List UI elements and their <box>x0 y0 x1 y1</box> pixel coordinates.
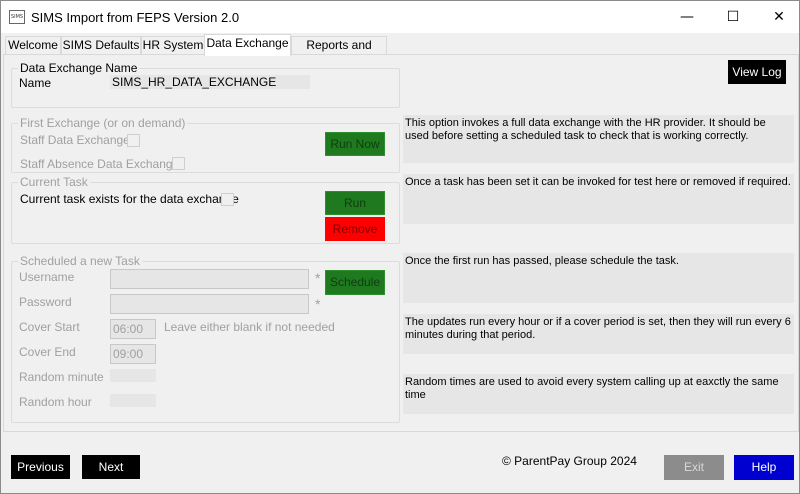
password-input[interactable] <box>110 294 309 314</box>
maximize-button[interactable]: ☐ <box>710 1 756 33</box>
run-task-button[interactable]: Run <box>325 191 385 215</box>
help-button[interactable]: Help <box>734 455 794 480</box>
app-window: SIMS SIMS Import from FEPS Version 2.0 —… <box>0 0 800 494</box>
cover-end-label: Cover End <box>19 345 76 359</box>
cover-period-description: The updates run every hour or if a cover… <box>403 314 794 354</box>
schedule-description: Once the first run has passed, please sc… <box>403 253 794 303</box>
exit-button[interactable]: Exit <box>664 455 724 480</box>
name-label: Name <box>19 76 52 90</box>
staff-absence-exchange-checkbox[interactable] <box>172 157 185 170</box>
tab-sims-defaults[interactable]: SIMS Defaults <box>61 36 141 55</box>
username-label: Username <box>19 270 75 284</box>
tab-data-exchange[interactable]: Data Exchange <box>204 34 291 56</box>
first-exchange-description: This option invokes a full data exchange… <box>403 115 794 163</box>
view-log-button[interactable]: View Log <box>728 60 786 84</box>
sims-app-icon: SIMS <box>9 10 25 24</box>
data-exchange-panel: Data Exchange Name Name SIMS_HR_DATA_EXC… <box>3 54 799 432</box>
schedule-task-group-title: Scheduled a new Task <box>18 254 142 268</box>
current-task-description: Once a task has been set it can be invok… <box>403 174 794 224</box>
minimize-button[interactable]: — <box>664 1 710 33</box>
random-hour-label: Random hour <box>19 395 92 409</box>
current-task-exists-label: Current task exists for the data exchang… <box>20 192 239 206</box>
password-label: Password <box>19 295 72 309</box>
staff-data-exchange-label: Staff Data Exchange <box>20 133 130 147</box>
run-now-button[interactable]: Run Now <box>325 132 385 156</box>
previous-button[interactable]: Previous <box>11 455 70 479</box>
exchange-name-group-title: Data Exchange Name <box>18 61 140 75</box>
exchange-name-group: Data Exchange Name Name SIMS_HR_DATA_EXC… <box>11 61 400 108</box>
first-exchange-group-title: First Exchange (or on demand) <box>18 116 188 130</box>
random-times-description: Random times are used to avoid every sys… <box>403 374 794 414</box>
copyright-text: © ParentPay Group 2024 <box>502 454 637 468</box>
cover-period-hint: Leave either blank if not needed <box>164 320 335 334</box>
cover-start-input[interactable]: 06:00 <box>110 319 156 339</box>
current-task-group-title: Current Task <box>18 175 90 189</box>
window-title: SIMS Import from FEPS Version 2.0 <box>31 10 240 25</box>
current-task-exists-checkbox[interactable] <box>221 193 234 206</box>
tab-hr-system[interactable]: HR System <box>141 36 205 55</box>
random-hour-value <box>110 394 156 407</box>
staff-absence-exchange-label: Staff Absence Data Exchange <box>20 157 180 171</box>
password-required-mark: * <box>315 296 321 312</box>
cover-start-label: Cover Start <box>19 320 80 334</box>
tab-welcome[interactable]: Welcome <box>5 36 61 55</box>
title-bar: SIMS SIMS Import from FEPS Version 2.0 —… <box>1 1 799 33</box>
next-button[interactable]: Next <box>82 455 140 479</box>
cover-end-input[interactable]: 09:00 <box>110 344 156 364</box>
tab-reports-and-tools[interactable]: Reports and Tools <box>291 36 387 69</box>
close-button[interactable]: ✕ <box>756 1 800 33</box>
exchange-name-value: SIMS_HR_DATA_EXCHANGE <box>110 75 310 89</box>
schedule-button[interactable]: Schedule <box>325 270 385 295</box>
username-input[interactable] <box>110 269 309 289</box>
random-minute-label: Random minute <box>19 370 104 384</box>
remove-task-button[interactable]: Remove <box>325 217 385 241</box>
random-minute-value <box>110 369 156 382</box>
staff-data-exchange-checkbox[interactable] <box>127 134 140 147</box>
username-required-mark: * <box>315 270 321 286</box>
footer-bar: Previous Next © ParentPay Group 2024 Exi… <box>1 433 799 493</box>
